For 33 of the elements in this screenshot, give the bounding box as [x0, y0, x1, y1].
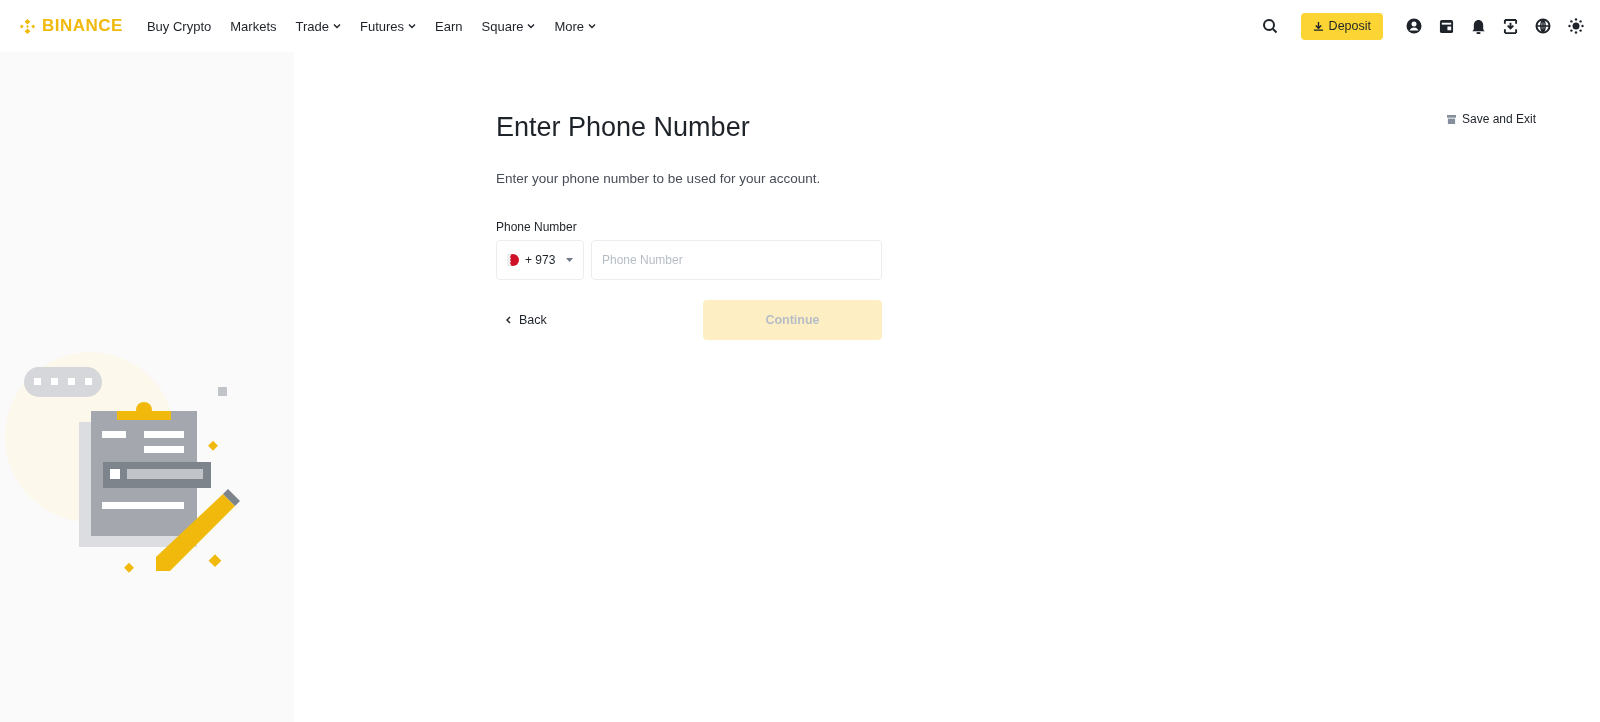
download-tray-icon[interactable]: [1503, 18, 1518, 34]
nav-link[interactable]: More: [554, 18, 597, 34]
chevron-down-icon: [588, 23, 597, 29]
wallet-icon[interactable]: [1439, 18, 1454, 34]
chevron-down-icon: [527, 23, 536, 29]
diamond-logo-icon: [18, 16, 37, 36]
nav-link[interactable]: Trade: [295, 18, 341, 34]
chevron-down-icon: [408, 23, 417, 29]
deposit-button[interactable]: Deposit: [1300, 12, 1383, 40]
phone-number-input[interactable]: Phone Number: [591, 240, 882, 280]
flag-icon: [507, 254, 519, 266]
chevron-down-icon: [333, 23, 341, 29]
sun-icon[interactable]: [1568, 18, 1584, 34]
bell-icon[interactable]: [1471, 18, 1486, 34]
caret-icon: [566, 258, 573, 262]
page-subtitle: Enter your phone number to be used for your account.: [496, 171, 822, 186]
user-icon[interactable]: [1406, 18, 1422, 34]
save-and-exit-link[interactable]: Save and Exit: [1446, 112, 1536, 126]
nav-link[interactable]: Buy Crypto: [146, 18, 212, 34]
search-icon[interactable]: [1261, 18, 1278, 34]
globe-icon[interactable]: [1535, 18, 1551, 34]
nav-link[interactable]: Futures: [360, 18, 417, 34]
archive-icon: [1446, 114, 1456, 124]
nav-link[interactable]: Earn: [435, 18, 463, 34]
field-label: Phone Number: [496, 220, 578, 234]
back-link[interactable]: Back: [496, 313, 547, 327]
download-icon: [1312, 20, 1324, 32]
country-code-select[interactable]: + 973: [496, 240, 584, 280]
chevron-left-icon: [506, 316, 511, 324]
nav-link[interactable]: Square: [481, 18, 536, 34]
country-code: + 973: [525, 253, 556, 267]
page-title: Enter Phone Number: [496, 112, 751, 143]
nav-link[interactable]: Markets: [230, 18, 277, 34]
